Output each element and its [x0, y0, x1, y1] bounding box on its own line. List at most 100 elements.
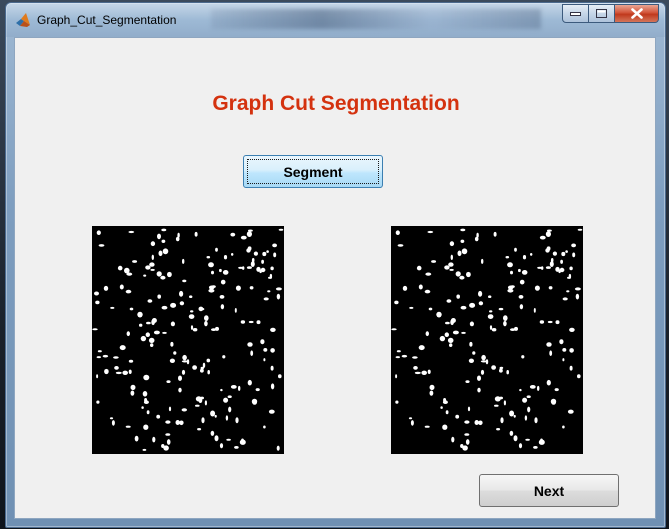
image-speckle	[179, 301, 185, 306]
maximize-icon	[596, 9, 607, 18]
image-speckle	[465, 439, 470, 445]
image-speckle	[429, 390, 434, 396]
focus-ring	[247, 159, 379, 184]
image-speckle	[562, 358, 565, 362]
image-speckle	[276, 293, 281, 300]
image-speckle	[114, 366, 119, 370]
next-button[interactable]: Next	[479, 474, 619, 507]
image-speckle	[569, 327, 575, 332]
image-speckle	[527, 406, 531, 413]
image-speckle	[158, 250, 163, 257]
image-speckle	[394, 300, 399, 305]
image-speckle	[146, 410, 150, 415]
image-speckle	[260, 339, 265, 345]
image-speckle	[207, 370, 210, 375]
image-speckle	[235, 417, 239, 424]
image-speckle	[220, 388, 223, 392]
image-speckle	[125, 425, 131, 428]
image-speckle	[96, 374, 99, 379]
image-speckle	[559, 339, 564, 345]
image-speckle	[186, 359, 190, 365]
image-speckle	[201, 417, 205, 424]
matlab-icon[interactable]	[15, 12, 31, 28]
image-speckle	[166, 380, 171, 383]
image-speckle	[474, 420, 479, 425]
image-speckle	[565, 250, 568, 253]
image-speckle	[249, 286, 254, 290]
image-speckle	[449, 343, 453, 347]
image-speckle	[449, 241, 455, 247]
minimize-button[interactable]	[562, 4, 589, 23]
image-speckle	[268, 409, 275, 414]
image-speckle	[487, 314, 494, 319]
image-speckle	[167, 271, 172, 278]
image-speckle	[507, 285, 514, 290]
image-speckle	[182, 258, 185, 264]
image-speckle	[157, 233, 161, 240]
image-speckle	[139, 323, 143, 327]
image-speckle	[170, 321, 175, 327]
image-speckle	[499, 366, 504, 369]
image-speckle	[481, 354, 486, 361]
image-speckle	[223, 397, 229, 403]
image-speckle	[270, 383, 275, 390]
image-speckle	[521, 355, 525, 359]
image-speckle	[459, 275, 465, 280]
image-speckle	[468, 358, 474, 363]
image-speckle	[145, 265, 151, 270]
image-speckle	[129, 307, 134, 311]
maximize-button[interactable]	[589, 4, 615, 23]
image-speckle	[204, 400, 207, 406]
image-speckle	[162, 248, 169, 255]
image-speckle	[467, 406, 471, 412]
image-speckle	[223, 255, 228, 260]
image-speckle	[469, 302, 476, 308]
image-speckle	[226, 438, 231, 441]
image-speckle	[545, 231, 551, 237]
image-speckle	[113, 356, 119, 359]
image-speckle	[230, 232, 236, 237]
image-speckle	[568, 273, 572, 279]
image-speckle	[448, 262, 454, 267]
original-binary-image-canvas	[92, 228, 284, 451]
image-speckle	[461, 331, 466, 334]
image-speckle	[165, 420, 171, 424]
image-speckle	[240, 320, 246, 324]
image-speckle	[230, 385, 237, 389]
image-speckle	[537, 385, 540, 391]
image-speckle	[445, 410, 449, 415]
image-speckle	[208, 262, 214, 268]
title-bar[interactable]: Graph_Cut_Segmentation	[6, 3, 665, 37]
image-speckle	[518, 443, 523, 449]
image-speckle	[550, 398, 557, 405]
image-speckle	[424, 425, 430, 428]
image-speckle	[270, 266, 274, 271]
image-speckle	[548, 286, 553, 290]
image-speckle	[397, 244, 404, 247]
segment-button[interactable]: Segment	[243, 155, 383, 188]
image-speckle	[255, 388, 260, 392]
image-speckle	[162, 331, 167, 334]
title-bar-blur	[211, 9, 541, 29]
image-speckle	[519, 388, 522, 392]
image-speckle	[566, 290, 570, 293]
image-speckle	[259, 269, 262, 274]
image-speckle	[567, 409, 574, 414]
close-button[interactable]	[615, 4, 659, 23]
image-speckle	[119, 345, 126, 351]
image-speckle	[248, 320, 254, 324]
image-speckle	[558, 269, 561, 274]
image-speckle	[519, 279, 525, 285]
image-speckle	[246, 231, 252, 237]
image-speckle	[529, 385, 536, 389]
image-speckle	[161, 239, 166, 243]
image-speckle	[530, 253, 533, 256]
image-speckle	[238, 266, 244, 269]
image-speckle	[104, 368, 109, 375]
image-speckle	[238, 385, 241, 391]
image-speckle	[246, 266, 252, 269]
figure-client-area: Graph Cut Segmentation Segment Next	[14, 37, 656, 519]
image-speckle	[143, 274, 147, 277]
image-speckle	[562, 348, 567, 352]
image-speckle	[522, 397, 528, 403]
